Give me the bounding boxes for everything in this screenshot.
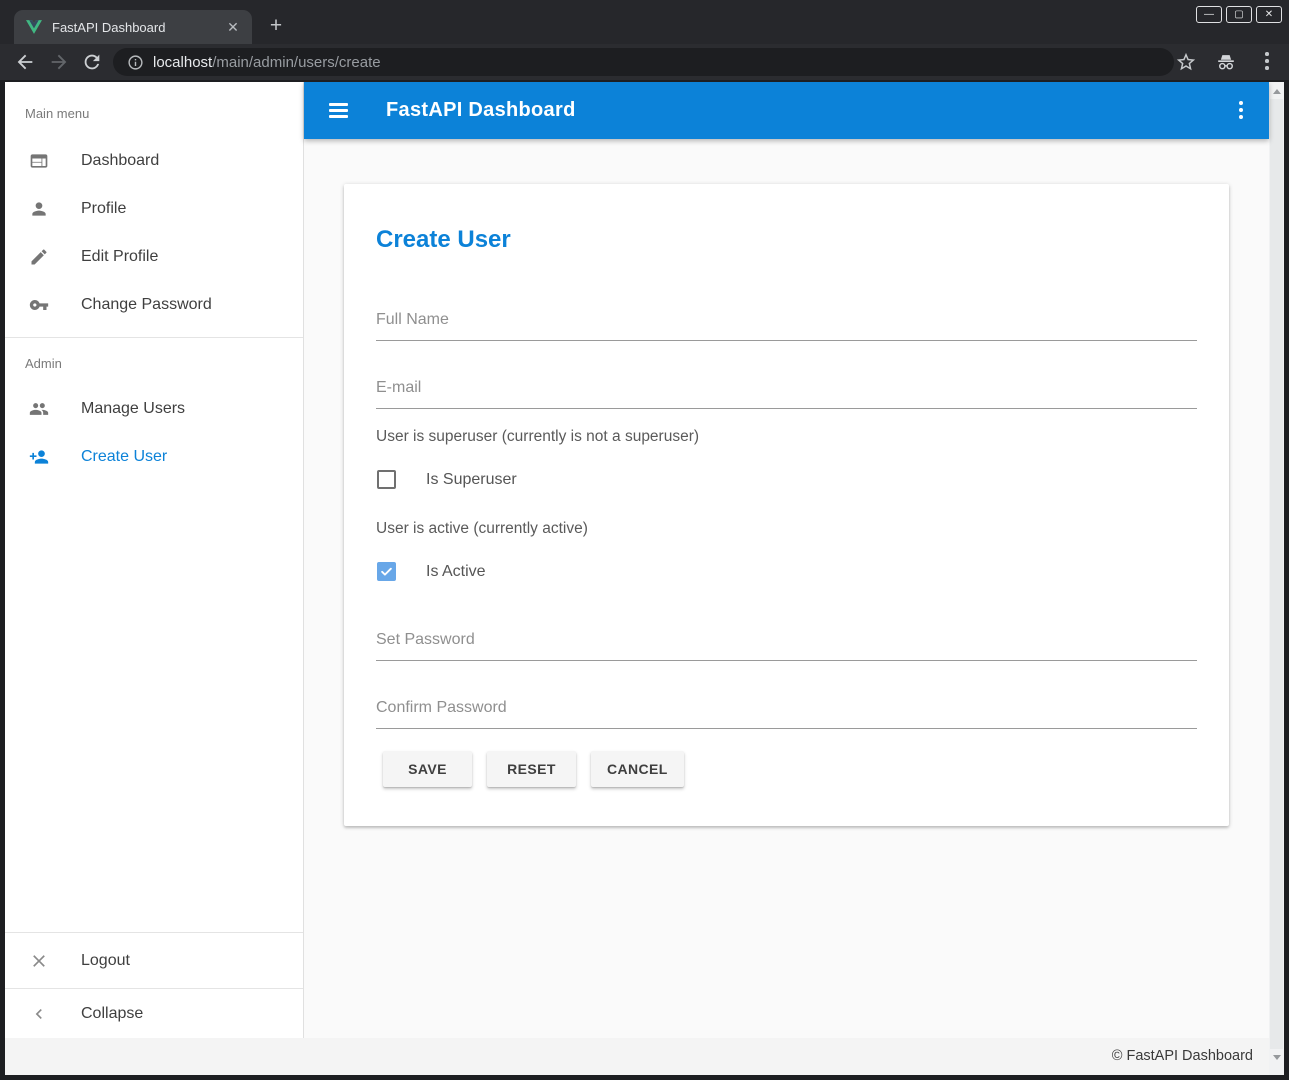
sidebar-section-main-menu: Main menu — [5, 82, 303, 137]
person-icon — [29, 199, 49, 219]
sidebar-item-label: Edit Profile — [81, 248, 158, 266]
set-password-underline — [376, 660, 1197, 661]
copyright-text: © FastAPI Dashboard — [1112, 1048, 1253, 1064]
tab-close-icon[interactable]: ✕ — [224, 18, 242, 36]
app-bar: FastAPI Dashboard — [304, 82, 1269, 139]
tab-title: FastAPI Dashboard — [52, 20, 224, 35]
save-button[interactable]: SAVE — [383, 751, 472, 787]
is-active-checkbox[interactable] — [377, 562, 396, 581]
is-superuser-checkbox[interactable] — [377, 470, 396, 489]
active-hint: User is active (currently active) — [376, 520, 588, 538]
full-name-underline — [376, 340, 1197, 341]
app-bar-menu-icon[interactable] — [1239, 101, 1243, 122]
person-add-icon — [29, 447, 49, 467]
footer: © FastAPI Dashboard — [5, 1038, 1269, 1075]
url-path: /main/admin/users/create — [212, 54, 380, 71]
sidebar-section-admin: Admin — [5, 338, 303, 385]
is-active-label[interactable]: Is Active — [426, 563, 486, 581]
window-close-button[interactable]: ✕ — [1256, 6, 1282, 23]
sidebar-item-label: Logout — [81, 952, 130, 970]
new-tab-button[interactable]: + — [264, 14, 288, 38]
web-icon — [29, 151, 49, 171]
form-actions: SAVE RESET CANCEL — [383, 751, 684, 787]
main-content: Create User Full Name E-mail User is sup… — [304, 139, 1269, 1038]
full-name-field[interactable]: Full Name — [376, 311, 449, 329]
sidebar: Main menu Dashboard Profile Edit Profile… — [5, 82, 304, 1038]
app-bar-title: FastAPI Dashboard — [386, 99, 576, 122]
sidebar-item-label: Profile — [81, 200, 126, 218]
url-host: localhost — [153, 54, 212, 71]
bookmark-star-icon[interactable] — [1175, 51, 1197, 73]
page-scrollbar[interactable] — [1269, 82, 1284, 1075]
sidebar-item-label: Create User — [81, 448, 167, 466]
key-icon — [29, 295, 49, 315]
confirm-password-field[interactable]: Confirm Password — [376, 699, 507, 717]
email-underline — [376, 408, 1197, 409]
sidebar-item-manage-users[interactable]: Manage Users — [5, 385, 303, 433]
incognito-icon — [1214, 51, 1238, 73]
create-user-card: Create User Full Name E-mail User is sup… — [344, 184, 1229, 826]
check-icon — [379, 564, 394, 579]
browser-titlebar: FastAPI Dashboard ✕ + — ▢ ✕ — [0, 0, 1289, 44]
browser-tab[interactable]: FastAPI Dashboard ✕ — [14, 10, 252, 44]
browser-menu-icon[interactable] — [1265, 52, 1269, 72]
email-field[interactable]: E-mail — [376, 379, 421, 397]
sidebar-item-profile[interactable]: Profile — [5, 185, 303, 233]
sidebar-item-label: Change Password — [81, 296, 212, 314]
superuser-hint: User is superuser (currently is not a su… — [376, 428, 699, 446]
back-icon[interactable] — [14, 51, 36, 73]
active-checkbox-row: Is Active — [377, 562, 486, 581]
sidebar-item-create-user[interactable]: Create User — [5, 433, 303, 481]
sidebar-item-label: Manage Users — [81, 400, 185, 418]
reset-button[interactable]: RESET — [487, 751, 576, 787]
sidebar-bottom: Logout Collapse — [5, 932, 303, 1038]
site-info-icon[interactable] — [127, 54, 144, 71]
cancel-button[interactable]: CANCEL — [591, 751, 684, 787]
sidebar-item-label: Dashboard — [81, 152, 159, 170]
forward-icon[interactable] — [48, 51, 70, 73]
page: Main menu Dashboard Profile Edit Profile… — [5, 82, 1284, 1075]
sidebar-item-logout[interactable]: Logout — [5, 932, 303, 988]
people-icon — [29, 399, 49, 419]
sidebar-item-dashboard[interactable]: Dashboard — [5, 137, 303, 185]
page-title: Create User — [376, 226, 511, 254]
superuser-checkbox-row: Is Superuser — [377, 470, 517, 489]
reload-icon[interactable] — [81, 51, 103, 73]
scrollbar-thumb[interactable] — [1270, 99, 1283, 1049]
close-icon — [29, 951, 49, 971]
confirm-password-underline — [376, 728, 1197, 729]
set-password-field[interactable]: Set Password — [376, 631, 475, 649]
sidebar-item-change-password[interactable]: Change Password — [5, 281, 303, 329]
pencil-icon — [29, 247, 49, 267]
browser-toolbar: localhost/main/admin/users/create — [0, 44, 1289, 80]
scrollbar-down-icon[interactable] — [1273, 1055, 1281, 1060]
scrollbar-up-icon[interactable] — [1273, 89, 1281, 94]
sidebar-item-edit-profile[interactable]: Edit Profile — [5, 233, 303, 281]
chevron-left-icon — [29, 1004, 49, 1024]
is-superuser-label[interactable]: Is Superuser — [426, 471, 517, 489]
address-bar[interactable]: localhost/main/admin/users/create — [113, 48, 1174, 76]
sidebar-item-collapse[interactable]: Collapse — [5, 988, 303, 1038]
window-maximize-button[interactable]: ▢ — [1226, 6, 1252, 23]
sidebar-item-label: Collapse — [81, 1005, 143, 1023]
vue-logo-icon — [26, 19, 42, 35]
hamburger-menu-icon[interactable] — [329, 103, 348, 117]
window-minimize-button[interactable]: — — [1196, 6, 1222, 23]
window-controls: — ▢ ✕ — [1196, 6, 1282, 23]
